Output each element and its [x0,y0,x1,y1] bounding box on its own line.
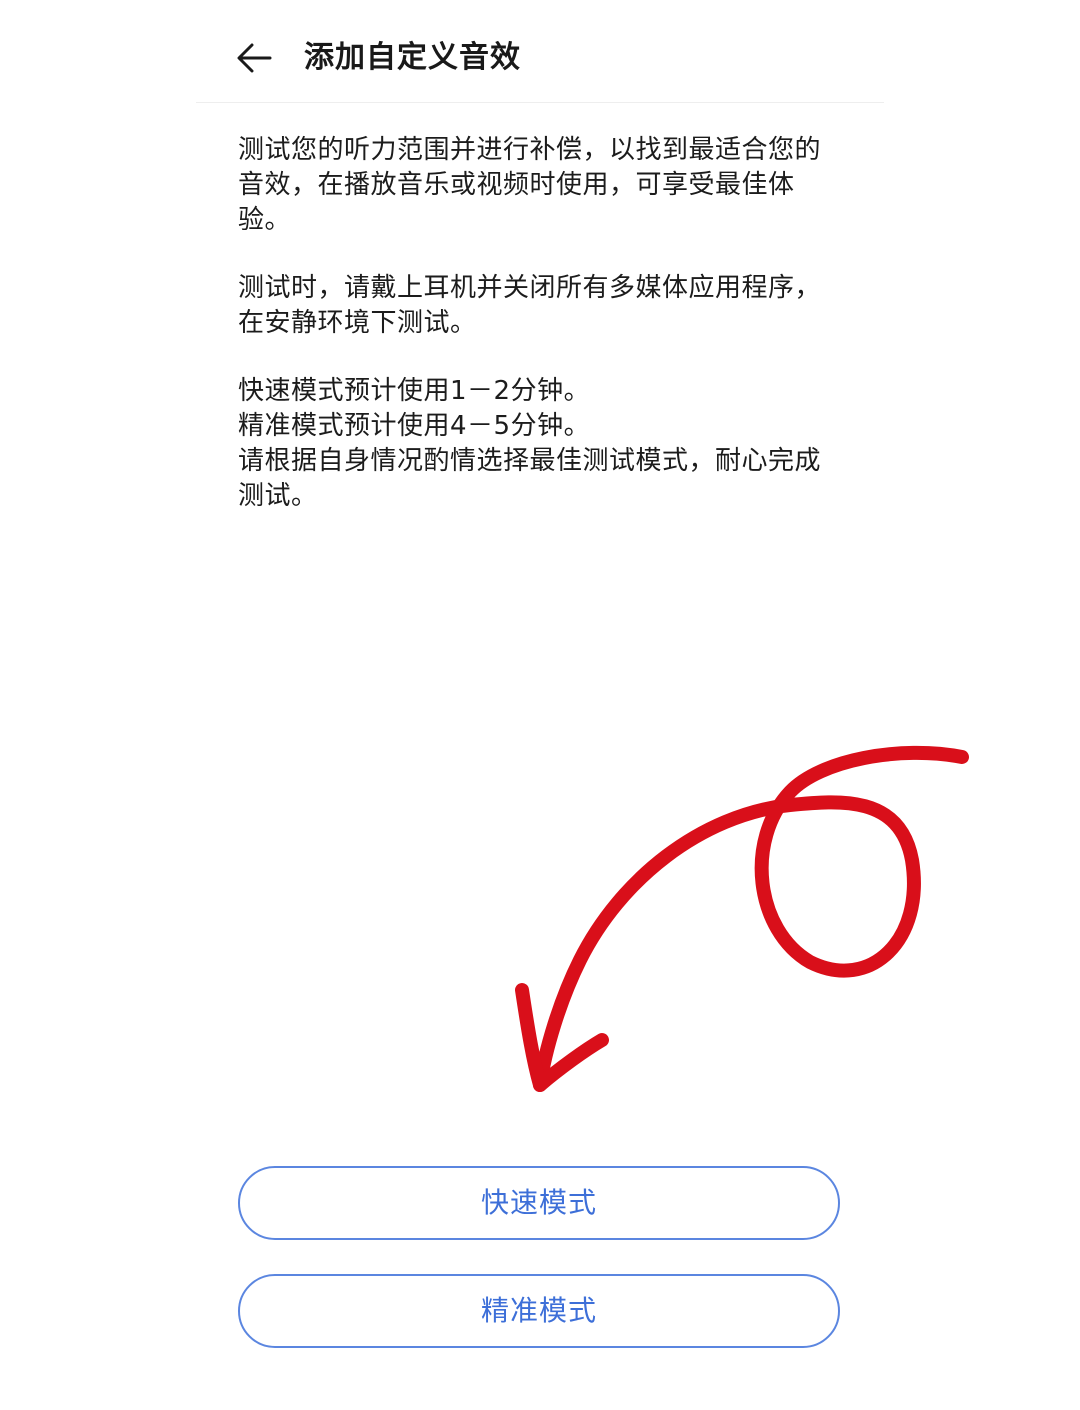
app-header: 添加自定义音效 [196,0,884,103]
back-button[interactable] [234,38,274,78]
quick-mode-button[interactable]: 快速模式 [238,1166,840,1240]
instructions-paragraph: 测试时，请戴上耳机并关闭所有多媒体应用程序， 在安静环境下测试。 [238,273,822,338]
arrow-left-icon [237,43,272,73]
page-title: 添加自定义音效 [304,40,521,75]
intro-paragraph: 测试您的听力范围并进行补偿，以找到最适合您的 音效，在播放音乐或视频时使用，可享… [238,135,822,235]
precise-mode-button[interactable]: 精准模式 [238,1274,840,1348]
mode-info-paragraph: 快速模式预计使用1－2分钟。 精准模式预计使用4－5分钟。 请根据自身情况酌情选… [238,376,822,511]
description-section: 测试您的听力范围并进行补偿，以找到最适合您的 音效，在播放音乐或视频时使用，可享… [238,133,838,547]
